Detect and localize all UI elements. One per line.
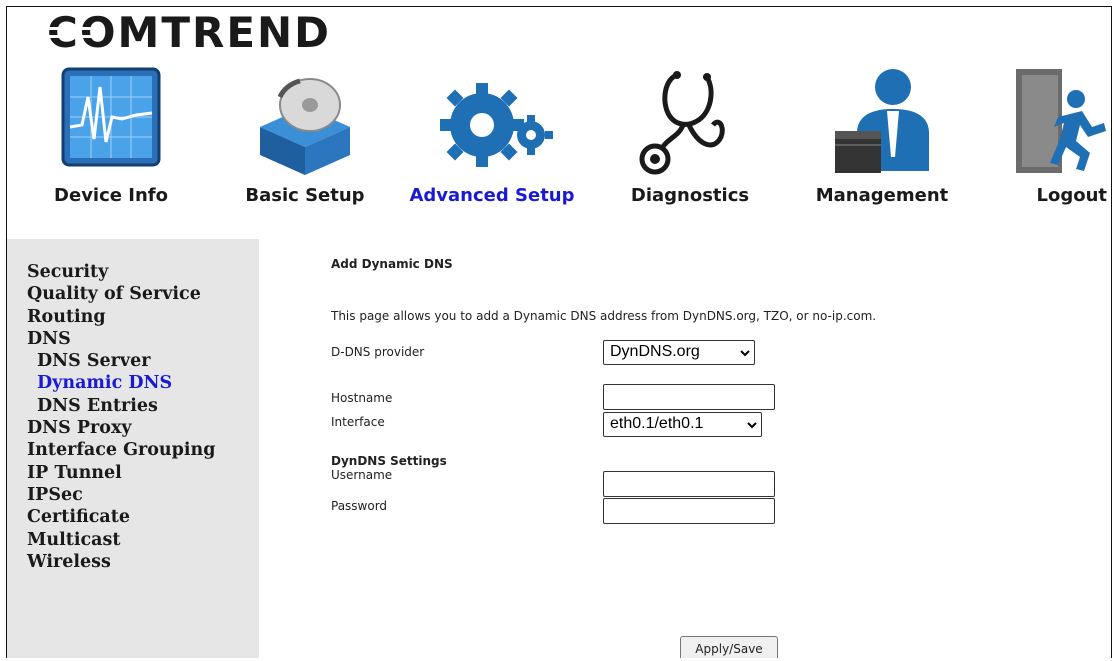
sidebar-item-dns-entries[interactable]: DNS Entries <box>27 395 216 417</box>
provider-select[interactable]: DynDNS.org <box>603 340 755 365</box>
sidebar-item-ip-tunnel[interactable]: IP Tunnel <box>27 462 216 484</box>
interface-select-value: eth0.1/eth0.1 <box>610 415 704 432</box>
username-input[interactable] <box>603 471 775 497</box>
sidebar-item-dns-proxy[interactable]: DNS Proxy <box>27 417 216 439</box>
management-icon <box>835 69 929 173</box>
sidebar-item-ipsec[interactable]: IPSec <box>27 484 216 506</box>
sidebar-item-dynamic-dns[interactable]: Dynamic DNS <box>27 372 216 394</box>
sidebar-item-dns[interactable]: DNS <box>27 328 216 350</box>
username-label: Username <box>331 468 393 482</box>
sidebar-menu: Security Quality of Service Routing DNS … <box>27 261 216 573</box>
nav-management[interactable]: Management <box>807 67 957 217</box>
nav-device-info[interactable]: Device Info <box>41 67 181 217</box>
nav-logout[interactable]: Logout <box>1011 67 1111 217</box>
device-info-icon <box>61 67 161 167</box>
sidebar-item-quality-of-service[interactable]: Quality of Service <box>27 283 216 305</box>
hostname-input[interactable] <box>603 384 775 410</box>
sidebar-item-certificate[interactable]: Certificate <box>27 506 216 528</box>
header: COMTREND Device Info Basic Setup Advance… <box>7 7 1111 239</box>
apply-save-button[interactable]: Apply/Save <box>680 636 778 658</box>
nav-diagnostics[interactable]: Diagnostics <box>615 67 765 217</box>
password-label: Password <box>331 499 388 513</box>
nav-label: Logout <box>1036 185 1107 206</box>
router-ui-frame: COMTREND Device Info Basic Setup Advance… <box>6 6 1112 658</box>
interface-select[interactable]: eth0.1/eth0.1 <box>603 412 762 437</box>
main-content: Add Dynamic DNS This page allows you to … <box>259 239 1111 658</box>
comtrend-logo: COMTREND <box>47 13 331 53</box>
provider-select-value: DynDNS.org <box>610 343 700 360</box>
nav-basic-setup[interactable]: Basic Setup <box>235 67 375 217</box>
page-description: This page allows you to add a Dynamic DN… <box>331 309 877 323</box>
sidebar-item-multicast[interactable]: Multicast <box>27 529 216 551</box>
nav-label: Advanced Setup <box>409 185 575 206</box>
settings-heading: DynDNS Settings <box>331 454 447 468</box>
nav-label: Management <box>815 185 949 206</box>
sidebar-item-security[interactable]: Security <box>27 261 216 283</box>
nav-label: Diagnostics <box>630 185 750 206</box>
chevron-down-icon <box>747 422 757 429</box>
provider-label: D-DNS provider <box>331 345 425 359</box>
logo-text: COMTREND <box>47 13 331 53</box>
basic-setup-icon <box>260 78 350 175</box>
sidebar-item-wireless[interactable]: Wireless <box>27 551 216 573</box>
chevron-down-icon <box>740 350 750 357</box>
advanced-setup-icon <box>440 83 553 167</box>
diagnostics-icon <box>639 71 725 175</box>
sidebar-item-routing[interactable]: Routing <box>27 306 216 328</box>
page-title: Add Dynamic DNS <box>331 257 453 271</box>
hostname-label: Hostname <box>331 391 393 405</box>
logout-icon <box>1016 69 1106 173</box>
sidebar-item-dns-server[interactable]: DNS Server <box>27 350 216 372</box>
nav-advanced-setup[interactable]: Advanced Setup <box>402 67 582 217</box>
sidebar: Security Quality of Service Routing DNS … <box>7 239 259 658</box>
password-input[interactable] <box>603 498 775 524</box>
nav-label: Basic Setup <box>245 185 365 206</box>
sidebar-item-interface-grouping[interactable]: Interface Grouping <box>27 439 216 461</box>
nav-label: Device Info <box>54 185 168 206</box>
interface-label: Interface <box>331 415 385 429</box>
